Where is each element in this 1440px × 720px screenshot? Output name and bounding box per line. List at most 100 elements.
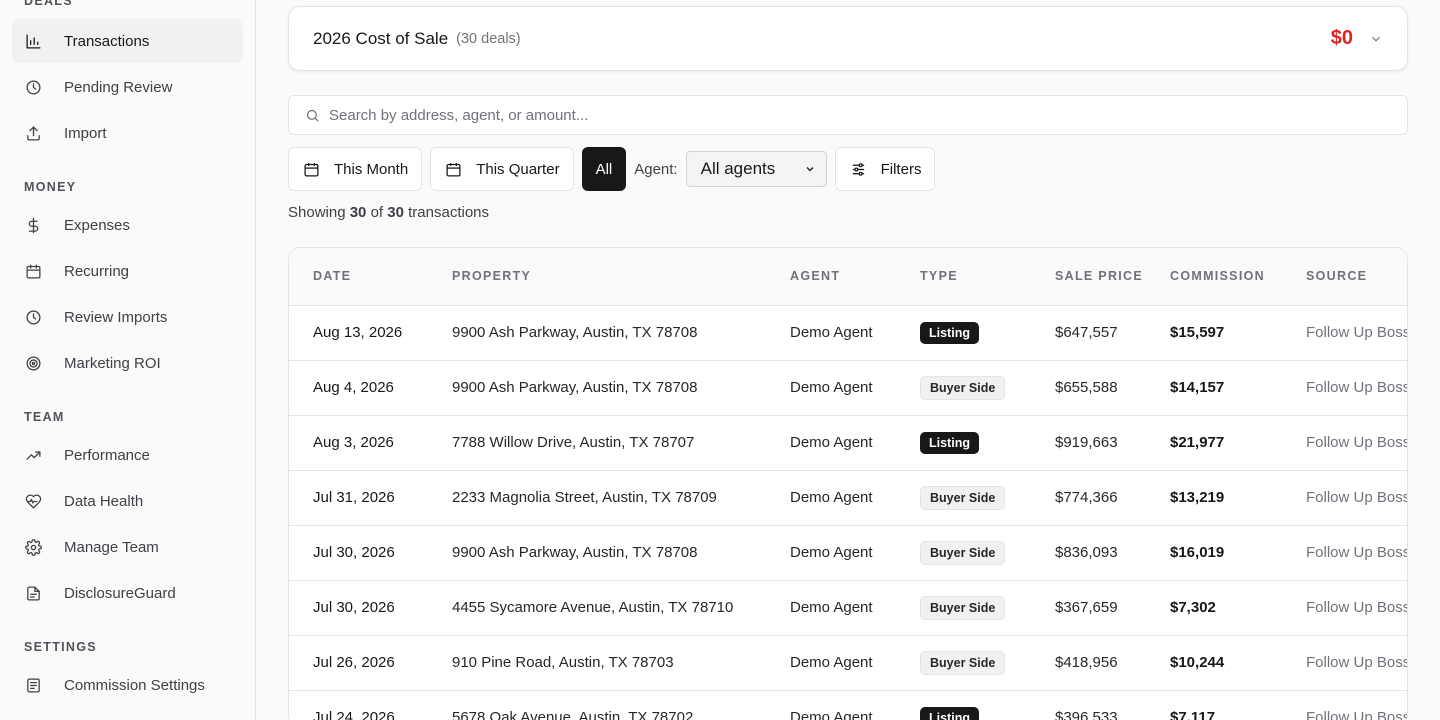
cell-date: Aug 4, 2026 (313, 379, 394, 396)
sidebar-item-label: Data Health (64, 492, 144, 510)
this-month-button[interactable]: This Month (288, 147, 423, 191)
cell-commission: $21,977 (1170, 434, 1225, 451)
agent-select[interactable]: All agents (685, 151, 827, 187)
cell-type: Listing (896, 415, 1031, 470)
table-row[interactable]: Jul 30, 2026 9900 Ash Parkway, Austin, TX… (289, 525, 1408, 580)
cell-source: Follow Up Boss (1306, 324, 1408, 341)
dollar-icon (24, 216, 42, 234)
cell-agent: Demo Agent (790, 544, 873, 561)
sidebar-item-label: Expenses (64, 216, 130, 234)
column-header-property[interactable]: Property (428, 248, 766, 305)
sidebar-item-transactions[interactable]: Transactions (12, 19, 243, 63)
clock-icon (24, 308, 42, 326)
type-badge: Listing (920, 431, 979, 454)
cell-property: 9900 Ash Parkway, Austin, TX 78708 (452, 324, 698, 341)
type-badge: Buyer Side (920, 540, 1006, 565)
sidebar-item-label: Transactions (64, 32, 150, 50)
sidebar-item-label: Import (64, 124, 107, 142)
cell-source: Follow Up Boss (1306, 599, 1408, 616)
table-row[interactable]: Jul 31, 2026 2233 Magnolia Street, Austin… (289, 470, 1408, 525)
showing-of: of (370, 204, 384, 221)
this-month-label: This Month (334, 160, 409, 178)
cell-property: 910 Pine Road, Austin, TX 78703 (452, 654, 674, 671)
cell-source: Follow Up Boss (1306, 544, 1408, 561)
table-row[interactable]: Aug 13, 2026 9900 Ash Parkway, Austin, TX… (289, 305, 1408, 360)
results-count: Showing 30 of 30 transactions (288, 204, 489, 221)
calendar-icon (446, 162, 461, 177)
upload-icon (24, 124, 42, 142)
cell-date: Jul 24, 2026 (313, 709, 395, 720)
transactions-table: Date Property Agent Type Sale Price Comm… (288, 247, 1408, 720)
table-row[interactable]: Jul 30, 2026 4455 Sycamore Avenue, Austin… (289, 580, 1408, 635)
search-input[interactable] (329, 106, 1389, 124)
sidebar-item-label: DisclosureGuard (64, 584, 176, 602)
cell-type: Buyer Side (896, 580, 1031, 635)
sidebar-item-performance[interactable]: Performance (12, 433, 243, 477)
bar-chart-icon (24, 32, 42, 50)
type-badge: Buyer Side (920, 595, 1006, 620)
sidebar-item-label: Review Imports (64, 308, 168, 326)
cost-of-sale-card[interactable]: 2026 Cost of Sale (30 deals) $0 (288, 6, 1408, 71)
shown-count: 30 (349, 204, 367, 221)
type-badge: Buyer Side (920, 485, 1006, 510)
cell-date: Aug 3, 2026 (313, 434, 394, 451)
cell-source: Follow Up Boss (1306, 654, 1408, 671)
cell-source: Follow Up Boss (1306, 434, 1408, 451)
chevron-down-icon[interactable] (1369, 32, 1383, 46)
sidebar-item-commission-settings[interactable]: Commission Settings (12, 663, 243, 707)
cell-date: Jul 30, 2026 (313, 599, 395, 616)
cell-property: 2233 Magnolia Street, Austin, TX 78709 (452, 489, 717, 506)
column-header-source[interactable]: Source (1282, 248, 1407, 305)
sidebar-item-import[interactable]: Import (12, 111, 243, 155)
this-quarter-button[interactable]: This Quarter (430, 147, 574, 191)
chevron-down-icon (806, 167, 814, 172)
type-badge: Listing (920, 321, 979, 344)
sidebar-section-team: TEAM (24, 410, 65, 424)
cell-property: 9900 Ash Parkway, Austin, TX 78708 (452, 379, 698, 396)
cell-agent: Demo Agent (790, 489, 873, 506)
sidebar-item-disclosureguard[interactable]: DisclosureGuard (12, 571, 243, 615)
type-badge: Buyer Side (920, 650, 1006, 675)
cell-agent: Demo Agent (790, 599, 873, 616)
all-button[interactable]: All (581, 147, 627, 191)
table-row[interactable]: Jul 24, 2026 5678 Oak Avenue, Austin, TX … (289, 690, 1407, 720)
sidebar-item-expenses[interactable]: Expenses (12, 203, 243, 247)
sidebar-item-data-health[interactable]: Data Health (12, 479, 243, 523)
cell-date: Jul 31, 2026 (313, 489, 395, 506)
sidebar-item-marketing-roi[interactable]: Marketing ROI (12, 341, 243, 385)
column-header-date[interactable]: Date (289, 248, 428, 305)
file-icon (24, 584, 42, 602)
agent-select-value: All agents (700, 159, 776, 178)
cost-of-sale-title: 2026 Cost of Sale (313, 28, 449, 48)
sidebar: DEALS Transactions Pending Review Import… (0, 0, 256, 720)
agent-label: Agent: (634, 160, 678, 178)
sidebar-item-recurring[interactable]: Recurring (12, 249, 243, 293)
deal-count: (30 deals) (456, 30, 521, 47)
table-row[interactable]: Aug 3, 2026 7788 Willow Drive, Austin, TX… (289, 415, 1408, 470)
sidebar-item-label: Pending Review (64, 78, 173, 96)
table-row[interactable]: Jul 26, 2026 910 Pine Road, Austin, TX 78… (289, 635, 1408, 690)
cell-type: Buyer Side (896, 360, 1031, 415)
clock-icon (24, 78, 42, 96)
cell-agent: Demo Agent (790, 654, 873, 671)
column-header-type[interactable]: Type (896, 248, 1031, 305)
sidebar-item-manage-team[interactable]: Manage Team (12, 525, 243, 569)
column-header-agent[interactable]: Agent (766, 248, 896, 305)
sidebar-item-label: Commission Settings (64, 676, 205, 694)
sidebar-item-label: Recurring (64, 262, 130, 280)
column-header-commission[interactable]: Commission (1146, 248, 1282, 305)
cell-date: Aug 13, 2026 (313, 324, 403, 341)
cell-type: Buyer Side (896, 525, 1031, 580)
cell-commission: $16,019 (1170, 544, 1225, 561)
cell-sale-price: $774,366 (1055, 489, 1118, 506)
cell-source: Follow Up Boss (1306, 489, 1408, 506)
table-row[interactable]: Aug 4, 2026 9900 Ash Parkway, Austin, TX … (289, 360, 1407, 415)
column-header-sale-price[interactable]: Sale Price (1031, 248, 1146, 305)
search-icon (306, 109, 319, 122)
sidebar-item-review-imports[interactable]: Review Imports (12, 295, 243, 339)
cell-commission: $7,117 (1170, 709, 1216, 720)
sidebar-item-pending-review[interactable]: Pending Review (12, 65, 243, 109)
cell-agent: Demo Agent (790, 379, 873, 396)
filters-button[interactable]: Filters (834, 147, 936, 191)
cell-commission: $7,302 (1170, 599, 1216, 616)
